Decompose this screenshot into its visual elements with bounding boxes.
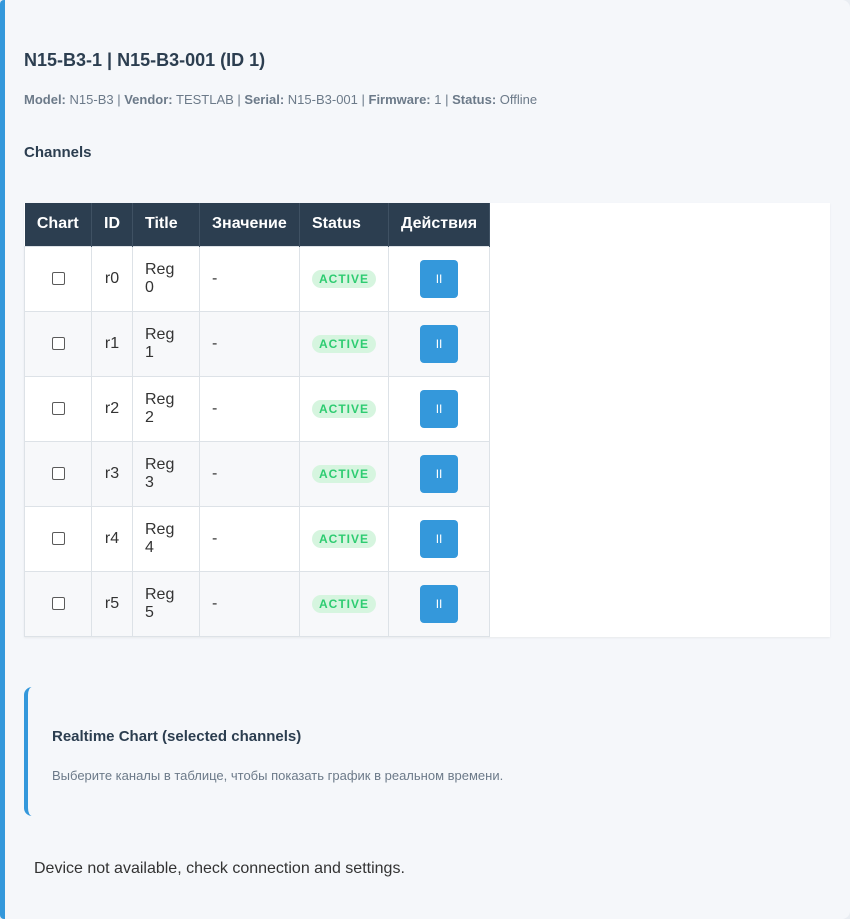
model-value: N15-B3 xyxy=(69,92,114,107)
pause-button[interactable]: II xyxy=(420,519,459,558)
status-label: Status: xyxy=(452,92,497,107)
serial-value: N15-B3-001 xyxy=(287,92,358,107)
status-badge: ACTIVE xyxy=(312,269,377,288)
id-cell: r1 xyxy=(91,310,133,377)
pause-icon: II xyxy=(435,401,443,416)
device-meta: Model: N15-B3 | Vendor: TESTLAB | Serial… xyxy=(24,92,538,107)
actions-cell: II xyxy=(388,310,491,377)
firmware-label: Firmware: xyxy=(368,92,431,107)
serial-label: Serial: xyxy=(244,92,285,107)
status-value: Offline xyxy=(499,92,538,107)
device-title: N15-B3-1 | N15-B3-001 (ID 1) xyxy=(24,50,266,70)
channels-heading: Channels xyxy=(24,144,92,161)
chart-select-checkbox[interactable] xyxy=(51,596,65,610)
status-cell: ACTIVE xyxy=(298,310,390,377)
status-badge: ACTIVE xyxy=(312,399,377,418)
value-cell: - xyxy=(199,310,300,377)
table-row: r5 Reg 5- ACTIVE II xyxy=(24,570,491,637)
actions-cell: II xyxy=(388,245,491,312)
id-cell: r5 xyxy=(91,570,133,637)
firmware-value: 1 xyxy=(434,92,442,107)
actions-cell: II xyxy=(388,375,491,442)
realtime-chart-hint: Выберите каналы в таблице, чтобы показат… xyxy=(52,768,504,783)
pause-button[interactable]: II xyxy=(420,454,459,493)
title-cell: Reg 5 xyxy=(132,570,200,637)
title-cell: Reg 3 xyxy=(132,440,200,507)
device-card: N15-B3-1 | N15-B3-001 (ID 1) Model: N15-… xyxy=(0,0,850,919)
pause-button[interactable]: II xyxy=(420,324,459,363)
table-row: r0 Reg 0- ACTIVE II xyxy=(24,245,491,312)
id-cell: r0 xyxy=(91,245,133,312)
realtime-chart-panel: Realtime Chart (selected channels) Выбер… xyxy=(24,687,830,816)
vendor-value: TESTLAB xyxy=(176,92,234,107)
column-header-chart: Chart xyxy=(24,203,92,246)
pause-icon: II xyxy=(435,271,443,286)
title-cell: Reg 0 xyxy=(132,245,200,312)
pause-icon: II xyxy=(435,466,443,481)
model-label: Model: xyxy=(24,92,66,107)
pause-button[interactable]: II xyxy=(420,584,459,623)
pause-icon: II xyxy=(435,531,443,546)
status-badge: ACTIVE xyxy=(312,464,377,483)
status-badge: ACTIVE xyxy=(312,529,377,548)
status-cell: ACTIVE xyxy=(298,440,390,507)
title-cell: Reg 2 xyxy=(132,375,200,442)
connection-error-message: Device not available, check connection a… xyxy=(34,860,405,877)
pause-icon: II xyxy=(435,596,443,611)
chart-cell xyxy=(24,375,92,442)
pause-button[interactable]: II xyxy=(420,389,459,428)
table-row: r1 Reg 1- ACTIVE II xyxy=(24,310,491,377)
status-cell: ACTIVE xyxy=(298,375,390,442)
status-cell: ACTIVE xyxy=(298,570,390,637)
status-cell: ACTIVE xyxy=(298,245,390,312)
id-cell: r3 xyxy=(91,440,133,507)
value-cell: - xyxy=(199,505,300,572)
value-cell: - xyxy=(199,440,300,507)
id-cell: r2 xyxy=(91,375,133,442)
channels-table: Chart ID Title Значение Status Действия … xyxy=(24,203,491,637)
chart-select-checkbox[interactable] xyxy=(51,531,65,545)
value-cell: - xyxy=(199,375,300,442)
column-header-id: ID xyxy=(91,203,133,246)
actions-cell: II xyxy=(388,570,491,637)
chart-select-checkbox[interactable] xyxy=(51,466,65,480)
channels-table-body: r0 Reg 0- ACTIVE II r1 Reg 1- ACTIVE II r2 Reg 2-… xyxy=(24,245,491,637)
table-header-row: Chart ID Title Значение Status Действия xyxy=(24,203,491,246)
pause-button[interactable]: II xyxy=(420,259,459,298)
chart-cell xyxy=(24,440,92,507)
chart-cell xyxy=(24,245,92,312)
channels-table-container: Chart ID Title Значение Status Действия … xyxy=(24,203,830,637)
chart-select-checkbox[interactable] xyxy=(51,271,65,285)
column-header-status: Status xyxy=(299,203,390,246)
title-cell: Reg 4 xyxy=(132,505,200,572)
column-header-actions: Действия xyxy=(388,203,491,246)
column-header-title: Title xyxy=(132,203,200,246)
status-cell: ACTIVE xyxy=(298,505,390,572)
chart-cell xyxy=(24,310,92,377)
actions-cell: II xyxy=(388,505,491,572)
pause-icon: II xyxy=(435,336,443,351)
status-badge: ACTIVE xyxy=(312,334,377,353)
column-header-value: Значение xyxy=(199,203,300,246)
chart-select-checkbox[interactable] xyxy=(51,336,65,350)
value-cell: - xyxy=(199,570,300,637)
chart-select-checkbox[interactable] xyxy=(51,401,65,415)
vendor-label: Vendor: xyxy=(124,92,173,107)
id-cell: r4 xyxy=(91,505,133,572)
value-cell: - xyxy=(199,245,300,312)
table-row: r2 Reg 2- ACTIVE II xyxy=(24,375,491,442)
chart-cell xyxy=(24,570,92,637)
status-badge: ACTIVE xyxy=(312,594,377,613)
table-row: r4 Reg 4- ACTIVE II xyxy=(24,505,491,572)
realtime-chart-title: Realtime Chart (selected channels) xyxy=(52,728,302,745)
title-cell: Reg 1 xyxy=(132,310,200,377)
chart-cell xyxy=(24,505,92,572)
table-row: r3 Reg 3- ACTIVE II xyxy=(24,440,491,507)
actions-cell: II xyxy=(388,440,491,507)
